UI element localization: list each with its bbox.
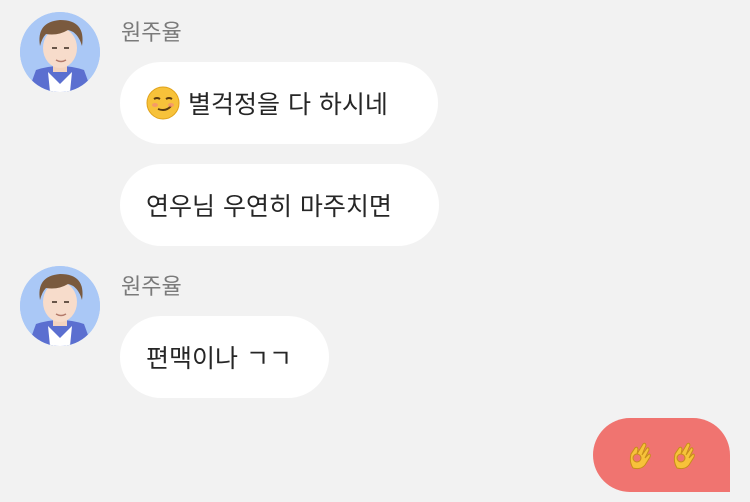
my-message-bubble[interactable] (593, 418, 730, 492)
avatar-man-icon (20, 266, 100, 346)
sender-name: 원주율 (121, 21, 182, 46)
message-text: 연우님 우연히 마주치면 (146, 192, 392, 221)
message-bubble[interactable]: 연우님 우연히 마주치면 (120, 164, 439, 246)
avatar[interactable] (20, 266, 100, 346)
message-bubble[interactable]: 별걱정을 다 하시네 (120, 62, 438, 144)
avatar[interactable] (20, 12, 100, 92)
avatar-man-icon (20, 12, 100, 92)
ok-hand-icon (629, 442, 651, 470)
message-text: 별걱정을 다 하시네 (188, 90, 388, 119)
message-text: 편맥이나 ㄱㄱ (146, 344, 292, 373)
sender-name: 원주율 (121, 275, 182, 300)
ok-hand-icon (673, 442, 695, 470)
smirking-face-icon (146, 86, 180, 120)
message-bubble[interactable]: 편맥이나 ㄱㄱ (120, 316, 329, 398)
